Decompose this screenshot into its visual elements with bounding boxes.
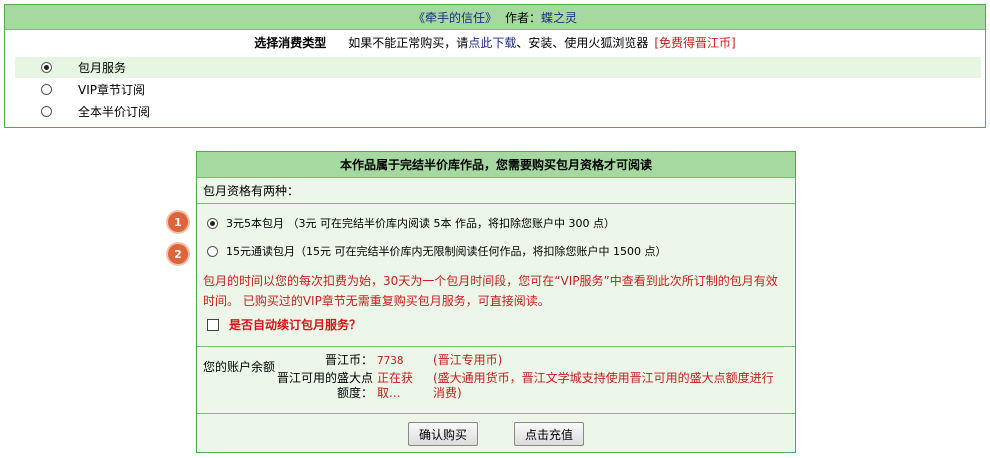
purchase-header: 本作品属于完结半价库作品，您需要购买包月资格才可阅读: [197, 152, 795, 178]
option-label: 全本半价订阅: [78, 105, 151, 119]
option-label: VIP章节订阅: [78, 83, 145, 97]
option-label: 包月服务: [78, 61, 127, 75]
plan-label: 15元通读包月（15元 可在完结半价库内无限制阅读任何作品，将扣除您账户中 15…: [226, 245, 667, 258]
radio-plan-3yuan[interactable]: [207, 217, 218, 229]
sd-label: 晋江可用的盛大点额度：: [276, 371, 373, 400]
recharge-button[interactable]: 点击充值: [514, 422, 585, 446]
consumption-type-panel: 《牵手的信任》 作者： 蝶之灵 选择消费类型 如果不能正常购买，请 点此下载 、…: [4, 4, 986, 128]
sd-value: 正在获取...: [377, 371, 414, 400]
auto-renew-row[interactable]: 是否自动续订包月服务？: [207, 316, 361, 333]
action-buttons: 确认购买 点击充值: [197, 414, 795, 454]
radio-plan-15yuan[interactable]: [207, 245, 218, 257]
confirm-purchase-button[interactable]: 确认购买: [407, 422, 478, 446]
radio-vip-chapter[interactable]: [41, 84, 52, 95]
monthly-notice: 包月的时间以您的每次扣费为始，30天为一个包月时间段，您可在“VIP服务”中查看…: [203, 271, 789, 311]
notice-line-2: 时间。 已购买过的VIP章节无需重复购买包月服务，可直接阅读。: [203, 294, 550, 308]
balance-section: 您的账户余额 晋江币： 7738 (晋江专用币) 晋江可用的盛大点额度： 正在获…: [197, 347, 795, 414]
jjb-label: 晋江币：: [324, 353, 373, 367]
sd-note: (盛大通用货币，晋江文学城支持使用晋江可用的盛大点额度进行消费): [433, 371, 774, 400]
hint-prefix: 如果不能正常购买，请: [348, 35, 469, 50]
plans-intro: 包月资格有两种：: [197, 178, 795, 204]
plan-15yuan[interactable]: 15元通读包月（15元 可在完结半价库内无限制阅读任何作品，将扣除您账户中 15…: [207, 241, 666, 261]
option-monthly-service[interactable]: 包月服务: [15, 57, 981, 78]
plans-section: 3元5本包月 （3元 可在完结半价库内阅读 5本 作品，将扣除您账户中 300 …: [197, 204, 795, 347]
step-badge: 2: [168, 244, 188, 264]
auto-renew-checkbox[interactable]: [207, 318, 219, 331]
author-name-link[interactable]: 蝶之灵: [541, 9, 577, 26]
plan-label: 3元5本包月 （3元 可在完结半价库内阅读 5本 作品，将扣除您账户中 300 …: [226, 217, 615, 230]
book-header: 《牵手的信任》 作者： 蝶之灵: [5, 5, 985, 30]
option-vip-chapter[interactable]: VIP章节订阅: [15, 79, 981, 100]
jjb-note: (晋江专用币): [433, 353, 503, 367]
monthly-purchase-panel: 本作品属于完结半价库作品，您需要购买包月资格才可阅读 包月资格有两种： 3元5本…: [196, 151, 796, 453]
author-label: 作者：: [504, 10, 541, 25]
radio-half-price[interactable]: [41, 106, 52, 117]
free-coins-link[interactable]: [免费得晋江币]: [654, 34, 735, 51]
radio-monthly-service[interactable]: [41, 62, 52, 73]
step-badge: 1: [168, 212, 188, 232]
option-half-price[interactable]: 全本半价订阅: [15, 101, 981, 122]
book-title-link[interactable]: 《牵手的信任》: [413, 9, 497, 26]
select-type-label: 选择消费类型: [254, 35, 327, 50]
auto-renew-label: 是否自动续订包月服务？: [229, 318, 362, 332]
notice-line-1: 包月的时间以您的每次扣费为始，30天为一个包月时间段，您可在“VIP服务”中查看…: [203, 274, 778, 288]
jjb-value: 7738: [377, 354, 404, 367]
select-type-row: 选择消费类型 如果不能正常购买，请 点此下载 、安装、使用火狐浏览器 [免费得晋…: [5, 30, 985, 54]
plan-3yuan[interactable]: 3元5本包月 （3元 可在完结半价库内阅读 5本 作品，将扣除您账户中 300 …: [207, 213, 615, 233]
download-link[interactable]: 点此下载: [468, 34, 516, 51]
hint-suffix: 、安装、使用火狐浏览器: [516, 35, 649, 50]
balance-title: 您的账户余额: [203, 360, 276, 374]
